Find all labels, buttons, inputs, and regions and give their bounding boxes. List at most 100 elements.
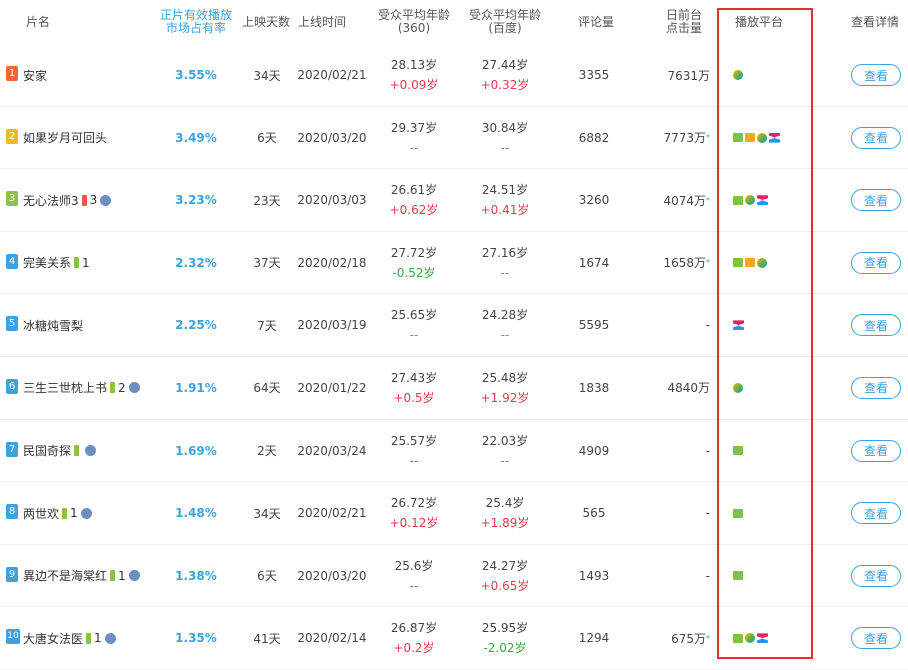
- view-details-button[interactable]: 查看: [851, 189, 901, 212]
- view-details-button[interactable]: 查看: [851, 564, 901, 587]
- drama-title-cell[interactable]: 如果岁月可回头: [23, 107, 107, 169]
- age-360-delta: --: [409, 140, 419, 155]
- age-baidu-delta: --: [500, 328, 510, 343]
- age-360-delta: +0.5岁: [393, 390, 435, 405]
- drama-title-cell[interactable]: 两世欢 1: [23, 482, 92, 544]
- iqiyi-icon: [733, 633, 743, 643]
- age-baidu-delta: +1.92岁: [480, 390, 530, 405]
- view-details-button[interactable]: 查看: [851, 502, 901, 525]
- badge-count: 1: [94, 631, 102, 646]
- rank-badge: 1: [6, 66, 18, 81]
- drama-title-cell[interactable]: 三生三世枕上书 2: [23, 357, 140, 419]
- drama-title-cell[interactable]: 冰糖炖雪梨: [23, 294, 83, 356]
- header-details: 查看详情: [851, 15, 900, 29]
- table-row: 9 異边不是海棠红 1 1.38% 6天 2020/03/20 25.6岁 -- 24.27岁 +…: [0, 545, 908, 608]
- exclusive-circle-icon: [128, 570, 140, 582]
- comment-count: 565: [582, 506, 606, 521]
- release-days: 64天: [253, 381, 281, 396]
- table-row: 8 两世欢 1 1.48% 34天 2020/02/21 26.72岁 +0.12岁 25.4岁…: [0, 482, 908, 545]
- market-share: 1.91%: [175, 380, 217, 395]
- market-share: 2.32%: [175, 255, 217, 270]
- market-share: 3.55%: [175, 68, 217, 82]
- drama-title[interactable]: 三生三世枕上书: [23, 379, 107, 396]
- age-baidu: 25.48岁: [481, 370, 529, 385]
- drama-title[interactable]: 两世欢: [23, 505, 59, 522]
- exclusive-circle-icon: [85, 445, 97, 457]
- tencent-icon: [757, 257, 767, 268]
- drama-title[interactable]: 冰糖炖雪梨: [23, 317, 83, 334]
- view-details-button[interactable]: 查看: [851, 251, 901, 274]
- release-days: 41天: [253, 631, 281, 646]
- rank-badge: 4: [6, 253, 18, 269]
- view-details-button[interactable]: 查看: [851, 314, 901, 337]
- age-360: 26.72岁: [390, 496, 438, 511]
- iqiyi-icon: [733, 508, 743, 518]
- drama-title-cell[interactable]: 安家: [23, 44, 47, 106]
- view-details-button[interactable]: 查看: [851, 64, 901, 86]
- drama-title-cell[interactable]: 異边不是海棠红 1: [23, 545, 140, 607]
- exclusive-circle-icon: [100, 194, 112, 206]
- platform-icons: [733, 357, 743, 419]
- comment-count: 3260: [578, 193, 610, 208]
- view-details-button[interactable]: 查看: [851, 439, 901, 462]
- comment-count: 3355: [578, 68, 610, 82]
- trend-bar-icon: [86, 632, 92, 644]
- views-value: 675万: [671, 631, 706, 646]
- comment-count: 1294: [578, 631, 610, 646]
- drama-title[interactable]: 无心法师3: [23, 192, 79, 209]
- drama-title-cell[interactable]: 完美关系 1: [23, 232, 90, 294]
- comment-count: 5595: [578, 318, 610, 333]
- header-agebaidu-line2: (百度): [488, 21, 522, 35]
- drama-title-cell[interactable]: 无心法师3 3: [23, 169, 112, 231]
- market-share: 3.49%: [175, 130, 217, 145]
- table-row: 7 民国奇探 1.69% 2天 2020/03/24 25.57岁 -- 22.03岁 -- 49…: [0, 420, 908, 483]
- age-baidu: 25.95岁: [481, 621, 529, 636]
- youku-icon: [757, 633, 768, 644]
- age-baidu: 24.28岁: [481, 308, 529, 323]
- age-baidu-delta: --: [500, 453, 510, 468]
- tencent-icon: [733, 70, 743, 80]
- release-date: 2020/03/03: [297, 193, 367, 208]
- badge-count: 2: [118, 380, 126, 395]
- age-baidu: 27.16岁: [481, 245, 529, 260]
- views-value: -: [705, 318, 710, 333]
- drama-title[interactable]: 安家: [23, 67, 47, 84]
- header-agebaidu-line1: 受众平均年龄: [468, 8, 541, 22]
- drama-title[interactable]: 大唐女法医: [23, 630, 83, 647]
- header-market-share[interactable]: 正片有效播放 市场占有率: [150, 9, 242, 35]
- table-row: 3 无心法师3 3 3.23% 23天 2020/03/03 26.61岁 +0.62岁 24.…: [0, 169, 908, 232]
- release-days: 34天: [253, 506, 281, 521]
- views-value: 4074万: [663, 193, 706, 208]
- iqiyi-icon: [733, 446, 743, 456]
- drama-title-cell[interactable]: 民国奇探: [23, 420, 97, 482]
- view-details-button[interactable]: 查看: [851, 376, 901, 399]
- view-details-button[interactable]: 查看: [851, 627, 901, 650]
- views-mark: *: [706, 133, 710, 143]
- views-value: 7631万: [667, 68, 710, 83]
- badge-count: 1: [118, 568, 126, 583]
- release-days: 37天: [253, 256, 281, 271]
- comment-count: 1674: [578, 255, 610, 270]
- rank-badge: 2: [6, 128, 18, 144]
- age-360: 25.65岁: [390, 308, 438, 323]
- drama-title[interactable]: 完美关系: [23, 254, 71, 271]
- drama-title[interactable]: 民国奇探: [23, 442, 71, 459]
- release-date: 2020/01/22: [297, 380, 367, 395]
- view-details-button[interactable]: 查看: [851, 126, 901, 149]
- header-age-baidu: 受众平均年龄 (百度): [463, 9, 547, 35]
- release-days: 2天: [257, 444, 277, 459]
- drama-title-cell[interactable]: 大唐女法医 1: [23, 607, 116, 669]
- tencent-icon: [733, 382, 743, 393]
- age-baidu: 24.27岁: [481, 558, 529, 573]
- release-days: 7天: [257, 318, 277, 333]
- header-share-line2: 市场占有率: [165, 21, 226, 35]
- release-date: 2020/03/24: [297, 443, 367, 458]
- trend-bar-icon: [110, 382, 116, 394]
- platform-icons: [733, 232, 767, 294]
- rank-badge: 10: [6, 629, 20, 645]
- drama-title[interactable]: 如果岁月可回头: [23, 129, 107, 146]
- views-mark: *: [706, 258, 710, 268]
- age-360: 26.61岁: [390, 183, 438, 198]
- drama-title[interactable]: 異边不是海棠红: [23, 567, 107, 584]
- age-360-delta: +0.2岁: [393, 641, 435, 656]
